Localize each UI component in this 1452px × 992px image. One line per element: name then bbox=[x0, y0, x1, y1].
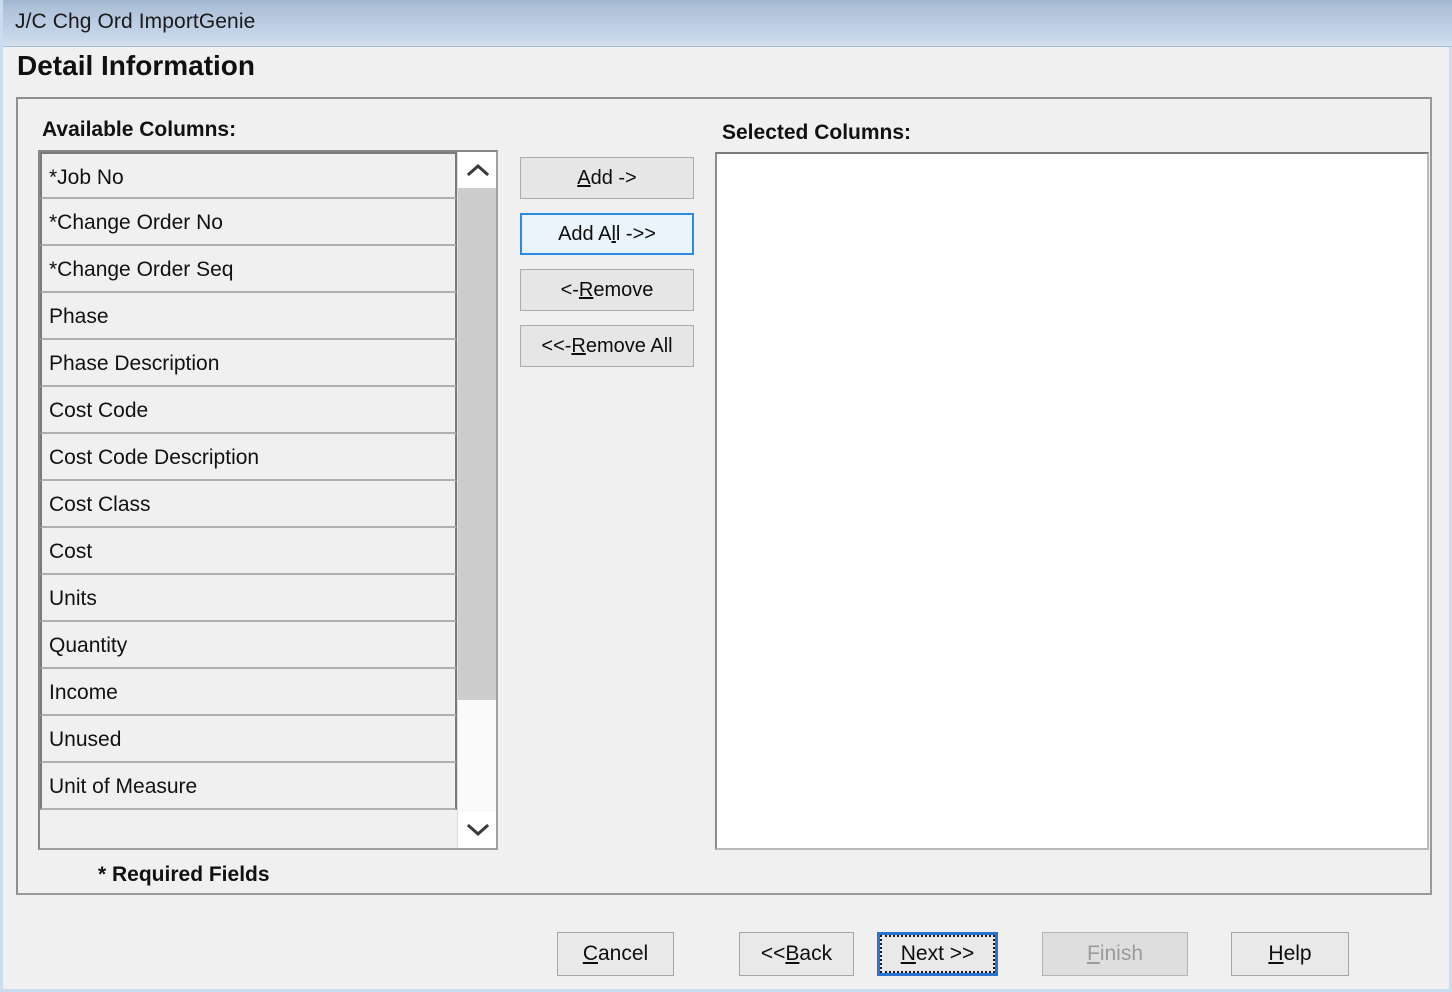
selected-columns-listbox[interactable] bbox=[715, 152, 1429, 850]
required-fields-note: * Required Fields bbox=[98, 863, 270, 886]
back-button[interactable]: << Back bbox=[739, 932, 854, 976]
help-button[interactable]: Help bbox=[1231, 932, 1349, 976]
list-item[interactable]: *Job No bbox=[40, 152, 457, 199]
available-columns-listbox[interactable]: *Job No *Change Order No *Change Order Seq… bbox=[38, 150, 498, 850]
scrollbar-thumb[interactable] bbox=[458, 188, 496, 700]
list-item[interactable]: Income bbox=[40, 669, 457, 716]
cancel-button[interactable]: Cancel bbox=[557, 932, 674, 976]
available-columns-list[interactable]: *Job No *Change Order No *Change Order Seq… bbox=[40, 152, 457, 848]
remove-all-button[interactable]: <<- Remove All bbox=[520, 325, 694, 367]
list-item[interactable]: Unused bbox=[40, 716, 457, 763]
page-title: Detail Information bbox=[17, 50, 256, 81]
next-button[interactable]: Next >> bbox=[877, 932, 998, 976]
window-title: J/C Chg Ord ImportGenie bbox=[15, 10, 256, 33]
content-panel: Available Columns: *Job No *Change Order … bbox=[16, 97, 1432, 895]
add-all-button[interactable]: Add All ->> bbox=[520, 213, 694, 255]
list-item[interactable]: Phase bbox=[40, 293, 457, 340]
list-item[interactable]: Quantity bbox=[40, 622, 457, 669]
chevron-down-icon bbox=[466, 823, 489, 837]
available-columns-label: Available Columns: bbox=[42, 118, 237, 141]
remove-button[interactable]: <- Remove bbox=[520, 269, 694, 311]
list-empty-row bbox=[40, 810, 457, 848]
list-item[interactable]: *Change Order No bbox=[40, 199, 457, 246]
scroll-down-button[interactable] bbox=[458, 812, 496, 848]
list-item[interactable]: Cost Class bbox=[40, 481, 457, 528]
scrollbar-track[interactable] bbox=[458, 188, 496, 812]
list-item[interactable]: Phase Description bbox=[40, 340, 457, 387]
list-item[interactable]: Cost Code bbox=[40, 387, 457, 434]
application-window: J/C Chg Ord ImportGenie Detail Informati… bbox=[0, 0, 1452, 992]
chevron-up-icon bbox=[466, 163, 489, 177]
list-item[interactable]: Cost Code Description bbox=[40, 434, 457, 481]
title-bar: J/C Chg Ord ImportGenie bbox=[3, 0, 1452, 47]
add-button[interactable]: Add -> bbox=[520, 157, 694, 199]
list-item[interactable]: Units bbox=[40, 575, 457, 622]
list-item[interactable]: *Change Order Seq bbox=[40, 246, 457, 293]
finish-button: Finish bbox=[1042, 932, 1188, 976]
available-columns-scrollbar[interactable] bbox=[457, 152, 496, 848]
scroll-up-button[interactable] bbox=[458, 152, 496, 188]
selected-columns-label: Selected Columns: bbox=[722, 121, 912, 144]
list-item[interactable]: Unit of Measure bbox=[40, 763, 457, 810]
next-button-focus-ring: Next >> bbox=[880, 935, 995, 973]
list-item[interactable]: Cost bbox=[40, 528, 457, 575]
